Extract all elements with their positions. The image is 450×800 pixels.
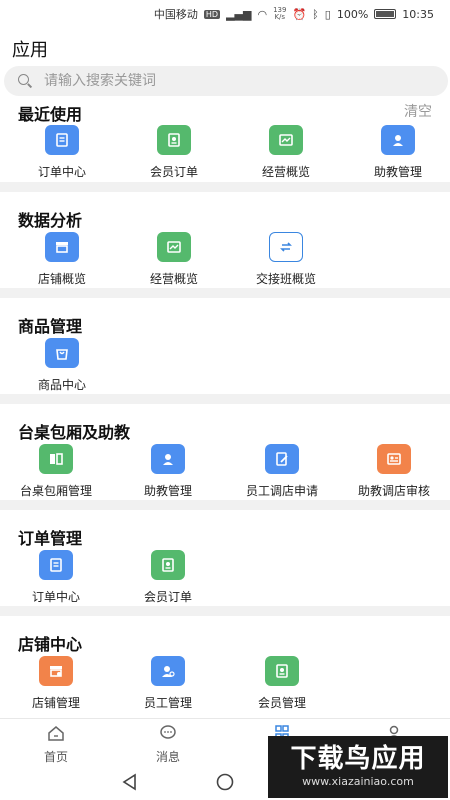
app-assistant-management[interactable]: 助教管理 [112, 444, 224, 499]
watermark-main: 下载鸟应用 [290, 744, 426, 774]
app-label: 会员管理 [257, 696, 306, 710]
app-product-center[interactable]: 商品中心 [6, 338, 118, 393]
app-label: 商品中心 [37, 378, 86, 392]
section-store-center: 店铺中心 店铺管理 员工管理 会员管理 [0, 616, 450, 718]
app-member-order[interactable]: 会员订单 [112, 550, 224, 605]
app-label: 会员订单 [149, 165, 198, 179]
app-member-management[interactable]: 会员管理 [226, 656, 338, 711]
business-overview-icon [269, 125, 303, 155]
app-assistant-transfer-review[interactable]: 助教调店审核 [338, 444, 450, 499]
shift-handover-icon [269, 232, 303, 262]
signal-icon: ▂▄▆ [226, 7, 252, 21]
home-icon [48, 726, 64, 741]
product-center-icon [45, 338, 79, 368]
section-title: 数据分析 [18, 211, 83, 230]
section-title: 店铺中心 [18, 635, 83, 654]
section-title: 最近使用 [18, 105, 83, 124]
app-staff-transfer-request[interactable]: 员工调店申请 [226, 444, 338, 499]
section-recent: 最近使用 清空 订单中心 会员订单 经营概览 助教管理 [0, 98, 450, 182]
clear-recent-button[interactable]: 清空 [404, 101, 432, 121]
alarm-icon: ⏰ [292, 7, 307, 21]
member-management-icon [265, 656, 299, 686]
app-label: 助教管理 [373, 165, 422, 179]
tab-label: 首页 [43, 750, 68, 764]
app-order-center[interactable]: 订单中心 [6, 125, 118, 180]
staff-management-icon [151, 656, 185, 686]
wifi-icon: ◠ [257, 7, 268, 21]
section-data-analysis: 数据分析 店铺概览 经营概览 交接班概览 [0, 192, 450, 288]
tab-label: 消息 [155, 750, 180, 764]
member-order-icon [151, 550, 185, 580]
app-label: 员工管理 [143, 696, 192, 710]
page-title: 应用 [12, 40, 48, 61]
app-label: 交接班概览 [255, 272, 316, 286]
app-label: 台桌包厢管理 [19, 484, 92, 498]
section-order-management: 订单管理 订单中心 会员订单 [0, 510, 450, 606]
tab-home[interactable]: 首页 [0, 719, 112, 767]
message-icon [160, 725, 176, 739]
member-order-icon [157, 125, 191, 155]
search-icon [18, 74, 32, 88]
search-input[interactable] [44, 73, 404, 89]
app-label: 助教调店审核 [357, 484, 430, 498]
watermark-sub: www.xiazainiao.com [302, 775, 414, 788]
watermark-logo: 下载鸟应用 www.xiazainiao.com [268, 736, 448, 798]
app-order-center[interactable]: 订单中心 [0, 550, 112, 605]
assistant-management-icon [381, 125, 415, 155]
section-table-room-assistant: 台桌包厢及助教 台桌包厢管理 助教管理 员工调店申请 助教调店审核 [0, 404, 450, 500]
business-overview-icon [157, 232, 191, 262]
battery-percent: 100% [336, 7, 369, 21]
clock: 10:35 [402, 7, 434, 21]
bluetooth-icon: ᛒ [312, 7, 319, 21]
transfer-request-icon [265, 444, 299, 474]
app-table-room-management[interactable]: 台桌包厢管理 [0, 444, 112, 499]
app-assistant-management[interactable]: 助教管理 [342, 125, 450, 180]
battery-icon [374, 9, 397, 19]
search-box[interactable] [4, 66, 448, 96]
net-speed-unit: K/s [274, 13, 286, 21]
app-member-order[interactable]: 会员订单 [118, 125, 230, 180]
vibrate-icon: ▯ [324, 7, 331, 21]
section-title: 商品管理 [18, 317, 83, 336]
transfer-review-icon [377, 444, 411, 474]
app-business-overview[interactable]: 经营概览 [118, 232, 230, 287]
app-header: 应用 [0, 28, 450, 66]
assistant-management-icon [151, 444, 185, 474]
store-management-icon [39, 656, 73, 686]
app-store-overview[interactable]: 店铺概览 [6, 232, 118, 287]
app-label: 店铺概览 [37, 272, 86, 286]
app-label: 订单中心 [37, 165, 86, 179]
app-label: 助教管理 [143, 484, 192, 498]
order-center-icon [45, 125, 79, 155]
search-bar [0, 66, 450, 98]
app-label: 经营概览 [261, 165, 310, 179]
back-icon[interactable] [120, 772, 140, 792]
order-center-icon [39, 550, 73, 580]
net-speed: 139 K/s [273, 7, 286, 21]
tab-messages[interactable]: 消息 [112, 719, 224, 767]
app-shift-handover[interactable]: 交接班概览 [230, 232, 342, 287]
section-product-management: 商品管理 商品中心 [0, 298, 450, 394]
app-label: 订单中心 [31, 590, 80, 604]
app-store-management[interactable]: 店铺管理 [0, 656, 112, 711]
app-label: 会员订单 [143, 590, 192, 604]
carrier-label: 中国移动 [153, 8, 198, 21]
status-bar: 中国移动 HD ▂▄▆ ◠ 139 K/s ⏰ ᛒ ▯ 100% 10:35 [0, 0, 450, 28]
section-title: 订单管理 [18, 529, 83, 548]
home-nav-icon[interactable] [215, 772, 235, 792]
app-business-overview[interactable]: 经营概览 [230, 125, 342, 180]
app-staff-management[interactable]: 员工管理 [112, 656, 224, 711]
hd-badge: HD [203, 9, 221, 19]
app-label: 店铺管理 [31, 696, 80, 710]
store-overview-icon [45, 232, 79, 262]
app-label: 员工调店申请 [245, 484, 318, 498]
section-title: 台桌包厢及助教 [18, 423, 131, 442]
table-room-icon [39, 444, 73, 474]
app-label: 经营概览 [149, 272, 198, 286]
